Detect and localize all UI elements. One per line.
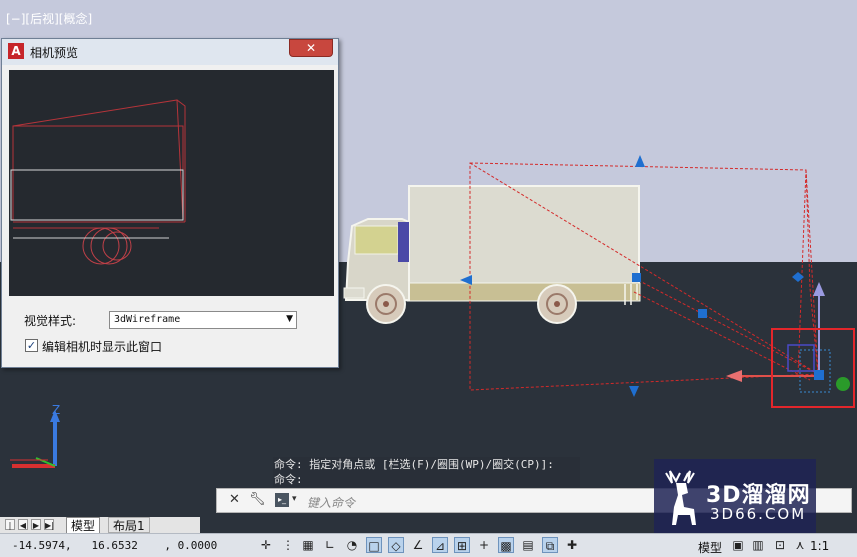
- command-input[interactable]: 键入命令: [307, 494, 355, 511]
- chevron-down-icon[interactable]: ▼: [286, 314, 293, 324]
- quick-properties-icon[interactable]: ▤: [520, 537, 536, 553]
- grip-lens: [792, 272, 804, 282]
- grip-arrow-down: [629, 386, 639, 397]
- grip-midpoint: [698, 309, 707, 318]
- layout-tab-bar: |◀ ◀ ▶ ▶| 模型 布局1: [0, 517, 200, 541]
- dialog-title: 相机预览: [30, 46, 79, 60]
- cursor-coordinates: -14.5974, 16.6532 , 0.0000: [12, 539, 218, 552]
- show-window-checkbox[interactable]: ✓: [25, 339, 38, 352]
- ucs-z-label: Z: [52, 403, 60, 417]
- object-snap-tracking-icon[interactable]: ∠: [410, 537, 426, 553]
- next-tab-icon[interactable]: ▶: [31, 519, 41, 530]
- ortho-icon[interactable]: ∟: [322, 537, 338, 553]
- tab-model[interactable]: 模型: [66, 517, 101, 533]
- wrench-icon[interactable]: 🔧︎: [249, 492, 266, 507]
- autocad-logo-icon: A: [8, 43, 24, 59]
- last-tab-icon[interactable]: ▶|: [44, 519, 54, 530]
- truck-windshield: [354, 225, 399, 255]
- truck-cab-side: [398, 222, 409, 262]
- selection-cycling-icon[interactable]: ⧉: [542, 537, 558, 553]
- camera-preview-dialog[interactable]: A 相机预览 ✕ 视觉样式: 3dWireframe ▼ ✓ 编辑相机时显示此窗…: [1, 38, 339, 368]
- command-prompt-icon[interactable]: ▸_: [275, 493, 289, 507]
- gizmo-z-arrow: [813, 282, 825, 296]
- ucs-icon: Z: [10, 403, 60, 468]
- truck-model[interactable]: [343, 185, 641, 324]
- site-watermark-logo: 3D溜溜网 3D66.COM: [654, 459, 816, 539]
- model-space-button[interactable]: 模型: [698, 539, 722, 556]
- annotation-scale-value[interactable]: 1:1: [810, 539, 829, 553]
- dynamic-ucs-icon[interactable]: ⊿: [432, 537, 448, 553]
- truck-chassis: [406, 282, 641, 302]
- command-history: 命令: 指定对角点或 [栏选(F)/圈围(WP)/圈交(CP)]: 命令:: [273, 457, 580, 487]
- visual-style-dropdown[interactable]: 3dWireframe ▼: [109, 311, 297, 329]
- polar-tracking-icon[interactable]: ◔: [344, 537, 360, 553]
- close-icon[interactable]: ✕: [289, 39, 333, 57]
- quick-view-layouts-icon[interactable]: ▣: [730, 537, 746, 553]
- lineweight-icon[interactable]: +: [476, 537, 492, 553]
- visual-style-label: 视觉样式:: [24, 314, 77, 328]
- close-icon[interactable]: ✕: [229, 492, 240, 507]
- visual-style-value: 3dWireframe: [114, 314, 181, 325]
- annotation-visibility-icon[interactable]: ⊡: [772, 537, 788, 553]
- gizmo-x-arrow: [726, 370, 742, 382]
- camera-preview-pane: [9, 70, 334, 296]
- infer-constraints-icon[interactable]: ⋮: [280, 537, 296, 553]
- viewport-controls-label[interactable]: [−][后视][概念]: [6, 10, 92, 27]
- show-window-checkbox-label[interactable]: 编辑相机时显示此窗口: [42, 338, 162, 355]
- dynamic-input-icon[interactable]: ⊞: [454, 537, 470, 553]
- chevron-down-icon[interactable]: ▾: [292, 494, 297, 504]
- quick-view-drawings-icon[interactable]: ▥: [750, 537, 766, 553]
- snap-icon[interactable]: ✛: [258, 537, 274, 553]
- previous-tab-icon[interactable]: ◀: [18, 519, 28, 530]
- truck-bumper: [343, 287, 365, 299]
- annotation-monitor-icon[interactable]: ✚: [564, 537, 580, 553]
- annotation-scale-icon[interactable]: ⋏: [792, 537, 808, 553]
- dialog-title-bar[interactable]: A 相机预览 ✕: [2, 39, 338, 65]
- 3d-object-snap-icon[interactable]: ◇: [388, 537, 404, 553]
- watermark-domain: 3D66.COM: [710, 505, 807, 523]
- transparency-icon[interactable]: ▩: [498, 537, 514, 553]
- deer-logo-icon: [665, 470, 696, 525]
- grid-icon[interactable]: ▦: [300, 537, 316, 553]
- tab-layout1[interactable]: 布局1: [108, 517, 150, 533]
- object-snap-icon[interactable]: □: [366, 537, 382, 553]
- grip-target: [632, 273, 641, 282]
- command-history-line: 命令:: [274, 473, 303, 486]
- first-tab-icon[interactable]: |◀: [5, 519, 15, 541]
- truck-cargo-box: [408, 185, 640, 285]
- camera-highlight-frame: [771, 328, 855, 408]
- grip-arrow-up: [635, 155, 645, 167]
- status-bar: -14.5974, 16.6532 , 0.0000 ✛ ⋮ ▦ ∟ ◔ □ ◇…: [0, 533, 857, 557]
- command-history-line: 命令: 指定对角点或 [栏选(F)/圈围(WP)/圈交(CP)]:: [274, 458, 554, 471]
